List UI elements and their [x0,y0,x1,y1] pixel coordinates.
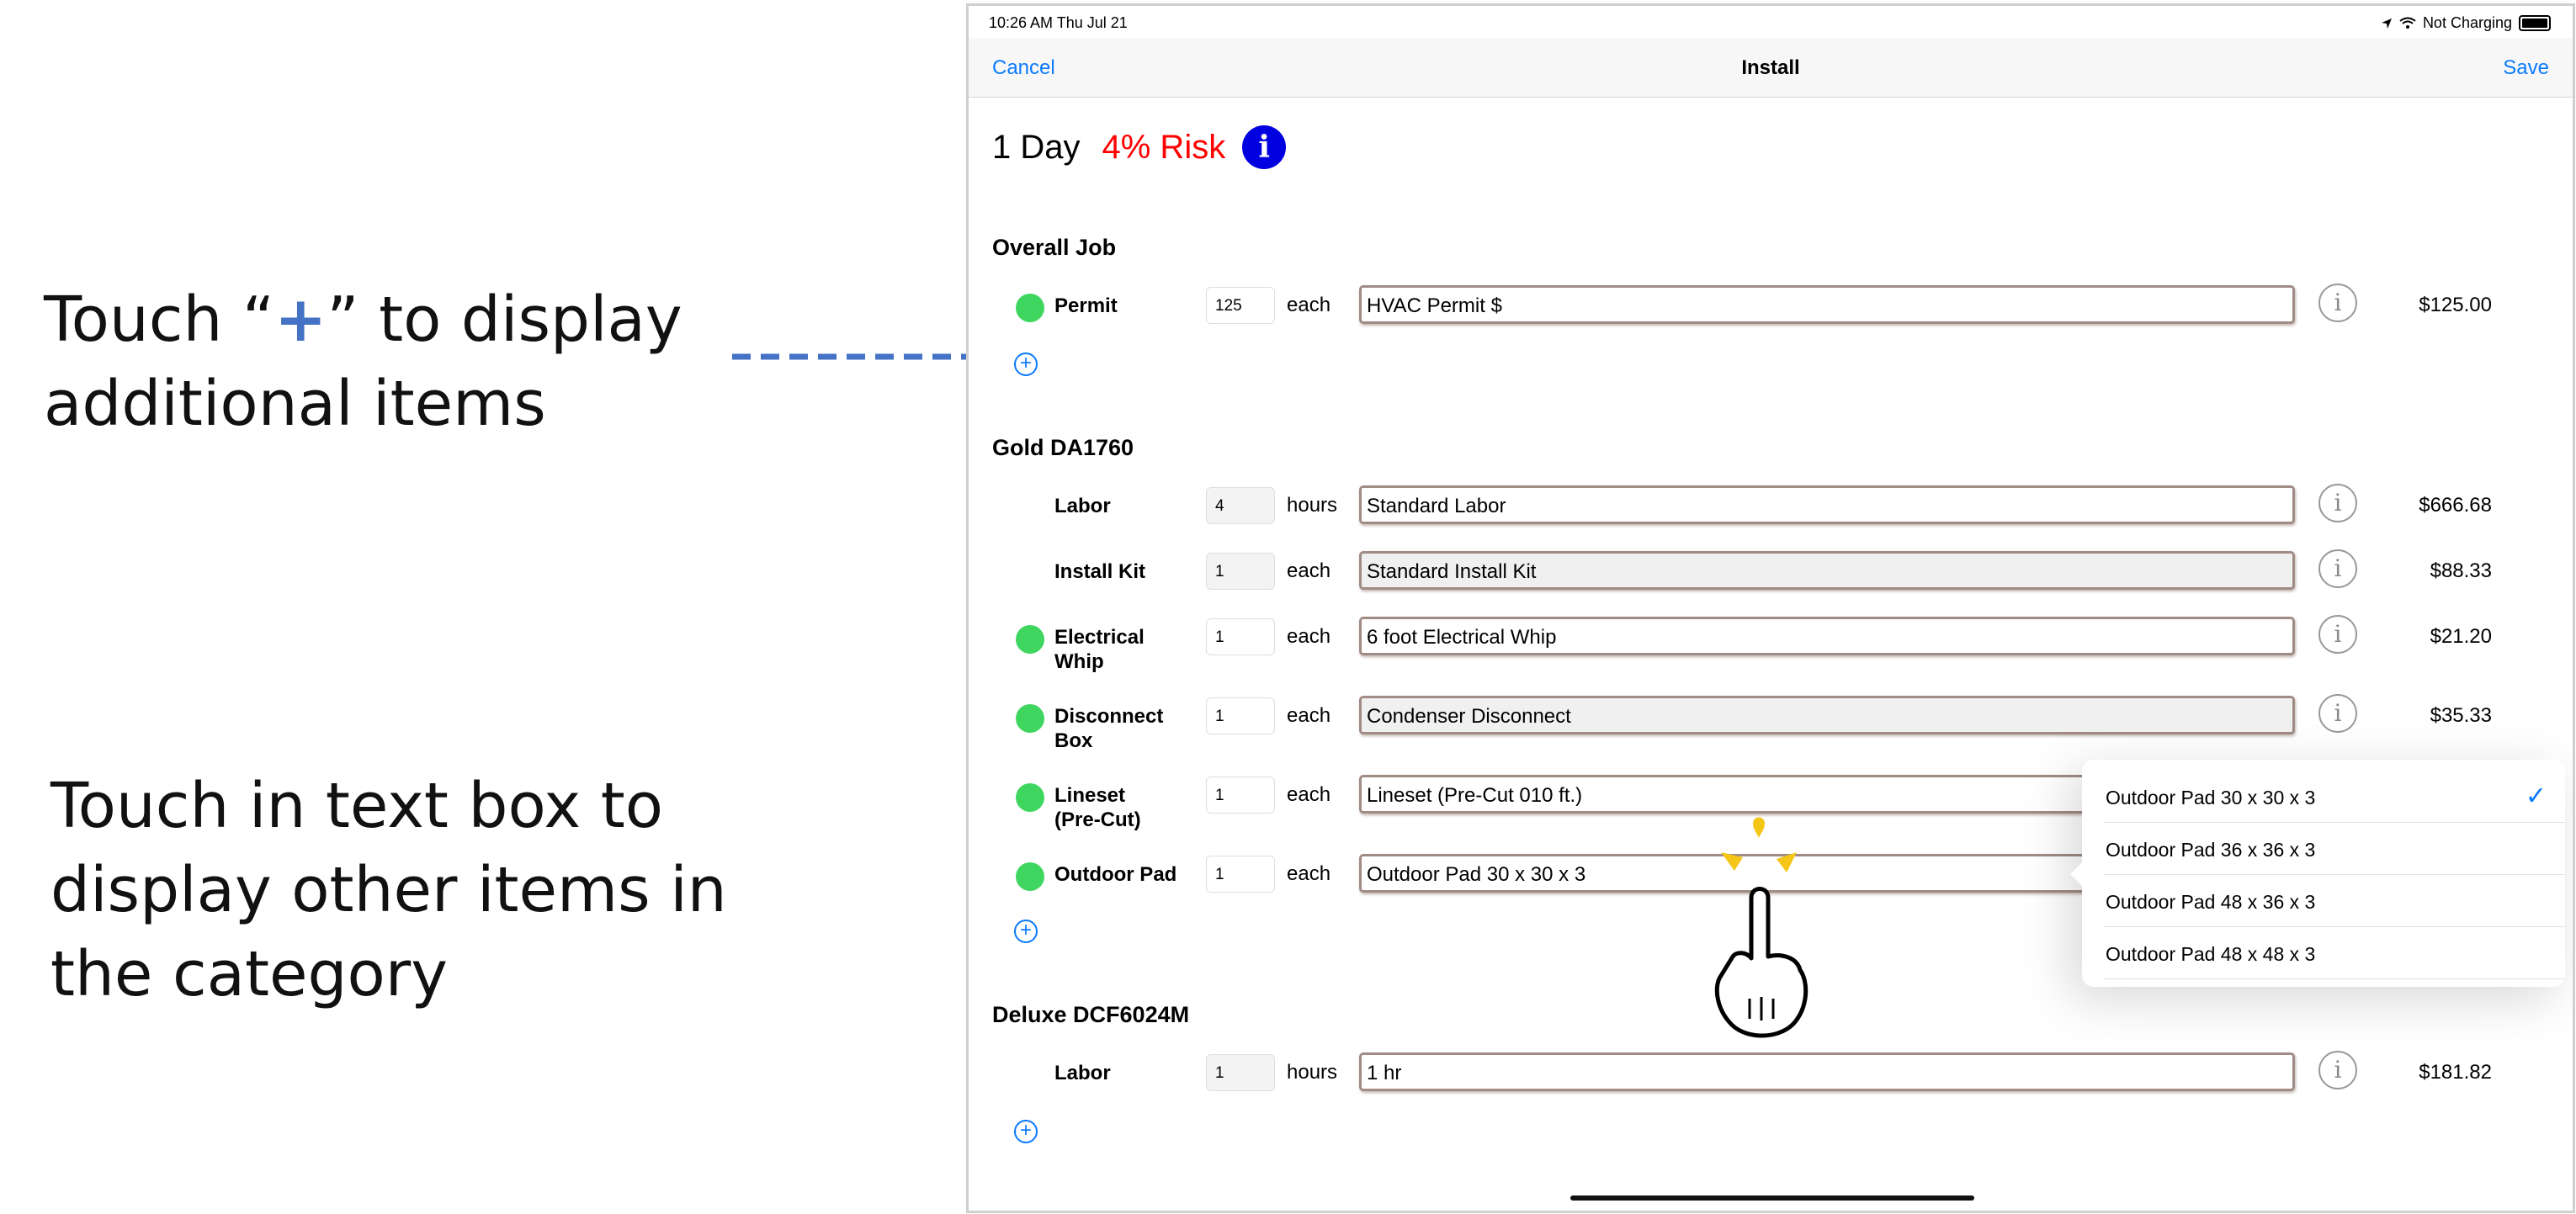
unit-label: each [1287,559,1331,582]
item-price: $35.33 [2430,704,2492,727]
item-description-field[interactable]: 1 hr [1359,1052,2295,1091]
quantity-field[interactable]: 1 [1206,553,1275,590]
line-item-row: Labor 1 hours 1 hr i $181.82 [969,1051,2573,1093]
checkmark-icon: ✓ [2525,782,2547,810]
item-label: Labor [1054,495,1111,517]
item-label: Outdoor Pad [1054,863,1177,886]
unit-label: each [1287,862,1331,885]
dropdown-option[interactable]: Outdoor Pad 30 x 30 x 3 ✓ [2104,770,2565,823]
info-icon[interactable]: i [2318,484,2357,522]
unit-label: each [1287,294,1331,316]
page-title: Install [1741,56,1800,79]
status-bar: 10:26 AM Thu Jul 21 Not Charging [969,6,2573,38]
dropdown-option[interactable]: Outdoor Pad 36 x 36 x 3 [2104,822,2565,875]
status-dot [1016,783,1044,812]
item-label: Lineset (Pre-Cut) [1054,784,1141,831]
item-label: Install Kit [1054,560,1146,583]
home-indicator[interactable] [1570,1195,1974,1201]
line-item-row: Electrical Whip 1 each 6 foot Electrical… [969,615,2573,673]
battery-status-text: Not Charging [2422,14,2512,31]
item-description-field[interactable]: 6 foot Electrical Whip [1359,617,2295,655]
item-price: $181.82 [2419,1061,2492,1084]
add-item-button[interactable]: + [1014,1120,1038,1143]
save-button[interactable]: Save [2503,56,2549,80]
item-description-field[interactable]: HVAC Permit $ [1359,285,2295,324]
info-icon[interactable]: i [2318,284,2357,322]
info-icon[interactable]: i [1242,125,1287,169]
unit-label: hours [1287,1061,1338,1084]
status-right: Not Charging [2381,14,2551,32]
ipad-screen: 10:26 AM Thu Jul 21 Not Charging Cancel … [966,3,2575,1213]
item-options-popover: Outdoor Pad 30 x 30 x 3 ✓ Outdoor Pad 36… [2070,760,2565,987]
section-title-deluxe: Deluxe DCF6024M [992,1002,1190,1027]
unit-label: each [1287,783,1331,806]
quantity-field[interactable]: 1 [1206,856,1275,893]
item-price: $88.33 [2430,559,2492,582]
line-item-row: Disconnect Box 1 each Condenser Disconne… [969,694,2573,752]
quantity-field[interactable]: 1 [1206,1054,1275,1091]
status-dot [1016,625,1044,654]
item-description-field[interactable]: Standard Labor [1359,485,2295,524]
item-price: $125.00 [2419,294,2492,316]
add-item-button[interactable]: + [1014,353,1038,376]
item-label: Permit [1054,294,1118,317]
battery-icon [2519,15,2551,31]
duration-label: 1 Day [992,128,1081,166]
quantity-field[interactable]: 4 [1206,487,1275,524]
add-item-button[interactable]: + [1014,920,1038,943]
quantity-field[interactable]: 1 [1206,618,1275,655]
line-item-row: Install Kit 1 each Standard Install Kit … [969,549,2573,591]
callout-textbox: Touch in text box to display other items… [50,770,727,1010]
item-label: Labor [1054,1062,1111,1084]
unit-label: hours [1287,494,1338,517]
dropdown-option-label: Outdoor Pad 48 x 48 x 3 [2106,943,2316,965]
status-dot [1016,294,1044,322]
pointing-hand-icon [1714,817,1809,1038]
section-title-gold: Gold DA1760 [992,435,1134,460]
status-dot [1016,862,1044,891]
status-time: 10:26 AM Thu Jul 21 [989,14,1128,31]
item-description-field[interactable]: Condenser Disconnect [1359,696,2295,734]
callout-plus-glyph: + [274,284,327,356]
item-price: $666.68 [2419,494,2492,517]
callout-add-pre: Touch “ [44,284,275,356]
item-description-field[interactable]: Standard Install Kit [1359,551,2295,590]
popover-arrow [2070,861,2084,888]
info-icon[interactable]: i [2318,615,2357,654]
callout-add-items: Touch “+” to display additional items [44,278,767,446]
wifi-icon [2399,17,2416,29]
info-icon[interactable]: i [2318,694,2357,733]
job-summary: 1 Day 4% Risk i [992,125,1287,169]
item-label: Disconnect Box [1054,705,1164,752]
line-item-row: Labor 4 hours Standard Labor i $666.68 [969,484,2573,526]
line-item-row: Permit 125 each HVAC Permit $ i $125.00 [969,284,2573,326]
risk-label: 4% Risk [1102,128,1226,166]
item-label: Electrical Whip [1054,626,1145,673]
unit-label: each [1287,704,1331,727]
dropdown-option-label: Outdoor Pad 36 x 36 x 3 [2106,839,2316,861]
quantity-field[interactable]: 1 [1206,697,1275,734]
section-title-overall-job: Overall Job [992,235,1117,260]
unit-label: each [1287,625,1331,648]
item-price: $21.20 [2430,625,2492,648]
info-icon[interactable]: i [2318,549,2357,588]
dropdown-option[interactable]: Outdoor Pad 48 x 36 x 3 [2104,874,2565,927]
status-dot [1016,704,1044,733]
info-icon[interactable]: i [2318,1051,2357,1089]
location-arrow-icon [2381,18,2392,29]
navigation-bar: Cancel Install Save [969,38,2573,98]
dropdown-option-label: Outdoor Pad 48 x 36 x 3 [2106,891,2316,913]
quantity-field[interactable]: 125 [1206,287,1275,324]
dropdown-option-label: Outdoor Pad 30 x 30 x 3 [2106,787,2316,808]
dropdown-option[interactable]: Outdoor Pad 48 x 48 x 3 [2104,926,2565,979]
quantity-field[interactable]: 1 [1206,777,1275,814]
